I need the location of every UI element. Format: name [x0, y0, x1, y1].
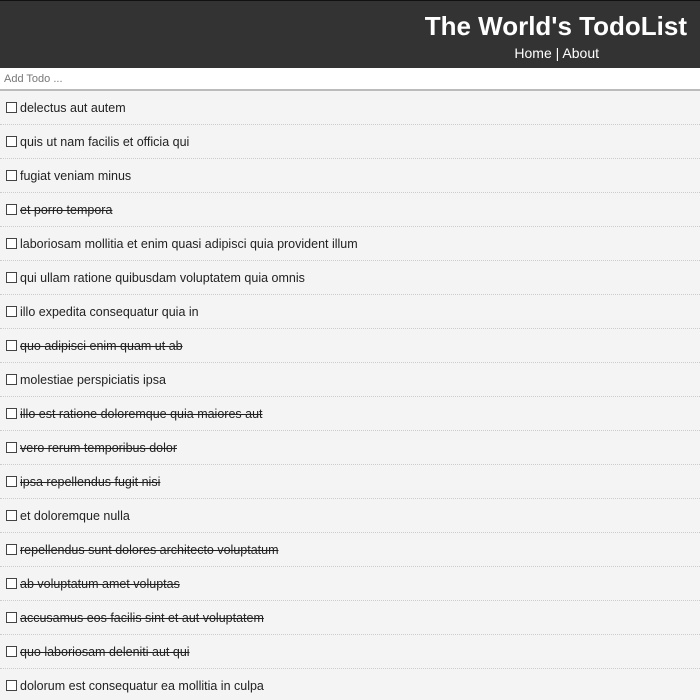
add-todo-form [0, 68, 700, 91]
todo-item: quo adipisci enim quam ut ab [0, 329, 700, 363]
todo-checkbox[interactable] [6, 408, 17, 419]
todo-checkbox[interactable] [6, 680, 17, 691]
todo-item: et porro tempora [0, 193, 700, 227]
todo-item: ab voluptatum amet voluptas [0, 567, 700, 601]
todo-checkbox[interactable] [6, 238, 17, 249]
todo-title: quo laboriosam deleniti aut qui [20, 644, 190, 659]
todo-checkbox[interactable] [6, 204, 17, 215]
todo-item: vero rerum temporibus dolor [0, 431, 700, 465]
todo-checkbox[interactable] [6, 476, 17, 487]
todo-item: fugiat veniam minus [0, 159, 700, 193]
nav: Home | About [0, 44, 687, 62]
todo-title: et porro tempora [20, 202, 113, 217]
todo-checkbox[interactable] [6, 510, 17, 521]
todo-item: illo expedita consequatur quia in [0, 295, 700, 329]
todo-title: et doloremque nulla [20, 508, 130, 523]
todo-checkbox[interactable] [6, 646, 17, 657]
todo-title: illo est ratione doloremque quia maiores… [20, 406, 263, 421]
page-title: The World's TodoList [424, 11, 687, 41]
todo-title: laboriosam mollitia et enim quasi adipis… [20, 236, 358, 251]
todo-title: fugiat veniam minus [20, 168, 132, 183]
todo-checkbox[interactable] [6, 578, 17, 589]
todo-title: illo expedita consequatur quia in [20, 304, 199, 319]
todo-item: qui ullam ratione quibusdam voluptatem q… [0, 261, 700, 295]
todo-title: dolorum est consequatur ea mollitia in c… [20, 678, 264, 693]
todo-item: quo laboriosam deleniti aut qui [0, 635, 700, 669]
nav-home-link[interactable]: Home [514, 45, 551, 61]
todo-item: laboriosam mollitia et enim quasi adipis… [0, 227, 700, 261]
todo-title: ab voluptatum amet voluptas [20, 576, 180, 591]
todo-title: repellendus sunt dolores architecto volu… [20, 542, 279, 557]
todo-title: vero rerum temporibus dolor [20, 440, 178, 455]
todo-item: illo est ratione doloremque quia maiores… [0, 397, 700, 431]
todo-checkbox[interactable] [6, 340, 17, 351]
todo-checkbox[interactable] [6, 306, 17, 317]
todo-checkbox[interactable] [6, 102, 17, 113]
nav-separator: | [555, 45, 560, 61]
todo-title: molestiae perspiciatis ipsa [20, 372, 166, 387]
todo-checkbox[interactable] [6, 170, 17, 181]
todo-checkbox[interactable] [6, 442, 17, 453]
nav-about-link[interactable]: About [562, 45, 599, 61]
todo-title: accusamus eos facilis sint et aut volupt… [20, 610, 264, 625]
todo-checkbox[interactable] [6, 272, 17, 283]
todo-title: quis ut nam facilis et officia qui [20, 134, 190, 149]
todo-checkbox[interactable] [6, 612, 17, 623]
todo-checkbox[interactable] [6, 374, 17, 385]
add-todo-input[interactable] [0, 68, 700, 89]
todo-title: ipsa repellendus fugit nisi [20, 474, 161, 489]
todo-item: repellendus sunt dolores architecto volu… [0, 533, 700, 567]
todo-item: quis ut nam facilis et officia qui [0, 125, 700, 159]
todo-item: molestiae perspiciatis ipsa [0, 363, 700, 397]
todo-title: qui ullam ratione quibusdam voluptatem q… [20, 270, 305, 285]
todo-checkbox[interactable] [6, 544, 17, 555]
todo-item: et doloremque nulla [0, 499, 700, 533]
todo-checkbox[interactable] [6, 136, 17, 147]
app-header: The World's TodoList Home | About [0, 0, 700, 68]
todo-list: delectus aut autem quis ut nam facilis et… [0, 91, 700, 700]
todo-item: ipsa repellendus fugit nisi [0, 465, 700, 499]
todo-title: quo adipisci enim quam ut ab [20, 338, 183, 353]
todo-item: dolorum est consequatur ea mollitia in c… [0, 669, 700, 700]
todo-item: delectus aut autem [0, 91, 700, 125]
todo-item: accusamus eos facilis sint et aut volupt… [0, 601, 700, 635]
todo-title: delectus aut autem [20, 100, 126, 115]
